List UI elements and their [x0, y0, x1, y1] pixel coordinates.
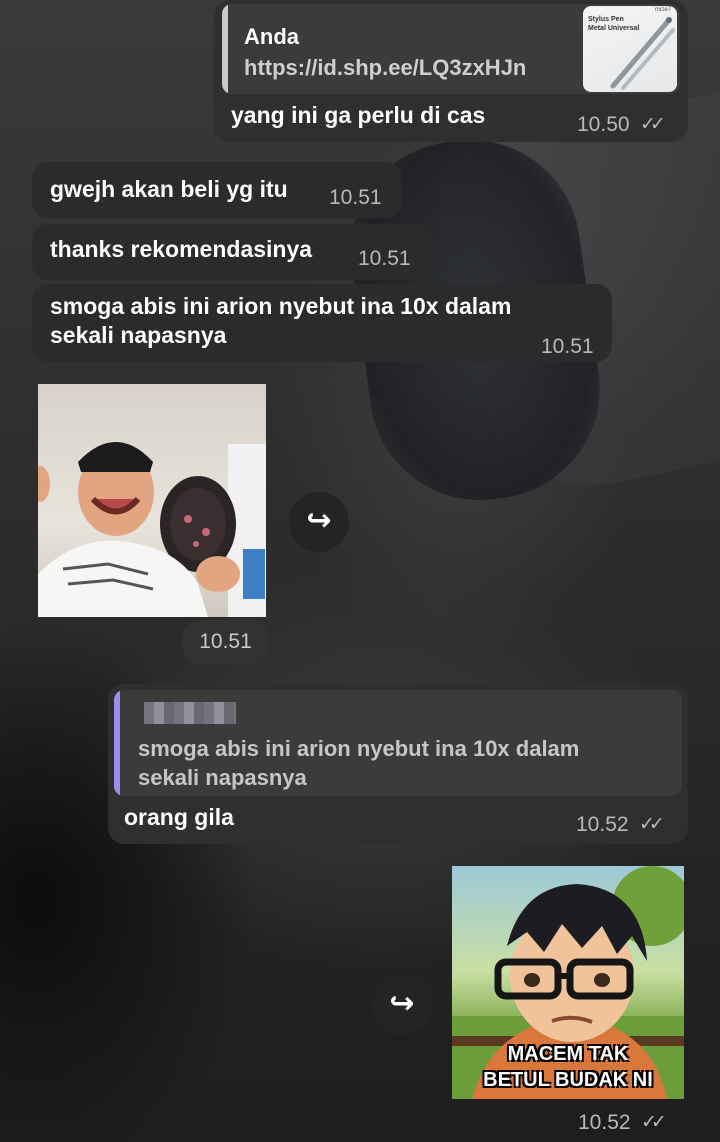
reply-accent-bar [222, 4, 228, 94]
forward-button[interactable]: ↪ [372, 975, 432, 1035]
sticker-photo[interactable] [38, 384, 266, 617]
reply-author-redacted [144, 702, 236, 724]
message-time: 10.51 [541, 335, 594, 358]
message-text: thanks rekomendasinya [50, 236, 313, 262]
message-text: gwejh akan beli yg itu [50, 176, 288, 202]
sticker-time: 10.51 [183, 620, 268, 664]
forward-icon: ↪ [306, 504, 332, 537]
read-receipt-icon: ✓✓ [641, 1112, 667, 1133]
reply-accent-bar [114, 690, 120, 796]
message-text: yang ini ga perlu di cas [231, 102, 486, 128]
link-thumbnail: mize7 Stylus Pen Metal Universal [583, 6, 677, 92]
message-text: orang gila [124, 804, 234, 830]
meme-caption-line-2: BETUL BUDAK NI [483, 1069, 653, 1091]
meme-sticker[interactable]: MACEM TAK BETUL BUDAK NI [452, 866, 684, 1099]
reply-preview[interactable]: smoga abis ini arion nyebut ina 10x dala… [114, 690, 682, 796]
meme-time: 10.52 [578, 1111, 631, 1134]
sticker-illustration [38, 442, 266, 617]
meme-caption-line-1: MACEM TAK [507, 1043, 629, 1065]
forward-icon: ↪ [389, 987, 415, 1020]
forward-button[interactable]: ↪ [289, 492, 349, 552]
reply-text-line-2: sekali napasnya [138, 765, 307, 790]
read-receipt-icon: ✓✓ [639, 814, 665, 835]
message-time: 10.51 [358, 247, 411, 270]
message-incoming[interactable]: thanks rekomendasinya 10.51 [32, 224, 430, 280]
read-receipt-icon: ✓✓ [640, 114, 666, 135]
message-outgoing-reply[interactable]: smoga abis ini arion nyebut ina 10x dala… [108, 684, 688, 844]
message-outgoing-link[interactable]: Anda https://id.shp.ee/LQ3zxHJn mize7 St… [214, 0, 688, 142]
message-text-line-1: smoga abis ini arion nyebut ina 10x dala… [50, 293, 512, 319]
message-incoming[interactable]: smoga abis ini arion nyebut ina 10x dala… [32, 284, 612, 362]
reply-preview[interactable]: Anda https://id.shp.ee/LQ3zxHJn mize7 St… [222, 4, 680, 94]
message-time: 10.51 [329, 186, 382, 209]
reply-author: Anda [244, 24, 299, 49]
message-incoming[interactable]: gwejh akan beli yg itu 10.51 [32, 162, 402, 218]
reply-link[interactable]: https://id.shp.ee/LQ3zxHJn [244, 55, 526, 81]
reply-text-line-1: smoga abis ini arion nyebut ina 10x dala… [138, 736, 580, 761]
message-time: 10.50 [577, 113, 630, 136]
stylus-pen-image [610, 17, 675, 90]
message-text-line-2: sekali napasnya [50, 322, 227, 348]
message-time: 10.52 [576, 813, 629, 836]
